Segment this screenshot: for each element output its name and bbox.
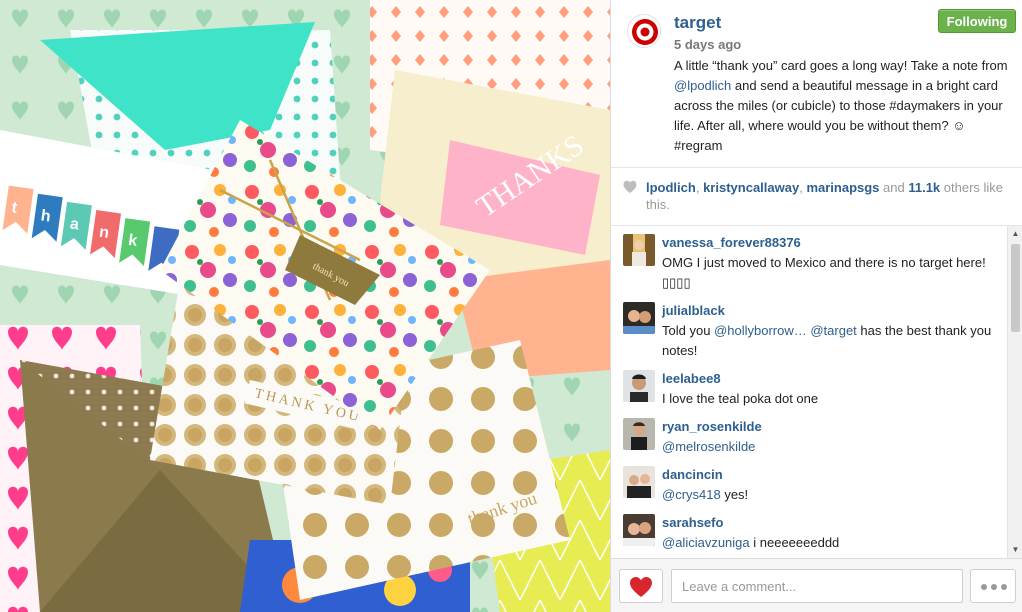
- likes-section: lpodlich, kristyncallaway, marinapsgs an…: [611, 168, 1022, 226]
- comment-item: ryan_rosenkilde @melrosenkilde: [611, 410, 1007, 458]
- liker-link[interactable]: kristyncallaway: [703, 180, 799, 195]
- post-sidebar: target 5 days ago Following A little “th…: [610, 0, 1022, 612]
- comment-mention[interactable]: @melrosenkilde: [662, 439, 755, 454]
- comment-username[interactable]: dancincin: [662, 467, 723, 482]
- comment-text-part: yes!: [720, 487, 749, 502]
- comment-mention[interactable]: @hollyborrow…: [714, 323, 807, 338]
- avatar[interactable]: [623, 466, 655, 498]
- post-username[interactable]: target: [674, 13, 721, 33]
- heart-icon: [630, 577, 652, 597]
- comment-username[interactable]: sarahsefo: [662, 515, 723, 530]
- comment-mention[interactable]: @target: [810, 323, 856, 338]
- likes-and: and: [879, 180, 909, 195]
- scroll-down-arrow-icon[interactable]: ▼: [1008, 542, 1022, 558]
- avatar[interactable]: [623, 234, 655, 266]
- comments-scrollbar[interactable]: ▲ ▼: [1007, 226, 1022, 558]
- comment-item: dancincin @crys418 yes!: [611, 458, 1007, 506]
- scroll-up-arrow-icon[interactable]: ▲: [1008, 226, 1022, 242]
- comment-text: @aliciavzuniga i neeeeeeeddd: [662, 533, 1002, 553]
- liker-link[interactable]: lpodlich: [646, 180, 696, 195]
- post-caption: A little “thank you” card goes a long wa…: [674, 56, 1014, 156]
- scrollbar-thumb[interactable]: [1011, 244, 1020, 332]
- post-photo[interactable]: THANKS t h a n k thank you THANK YOU tha…: [0, 0, 610, 612]
- comments-list: vanessa_forever88376 OMG I just moved to…: [611, 226, 1007, 558]
- caption-text: A little “thank you” card goes a long wa…: [674, 58, 1008, 73]
- avatar[interactable]: [623, 302, 655, 334]
- avatar[interactable]: [623, 418, 655, 450]
- caption-mention[interactable]: @lpodlich: [674, 78, 731, 93]
- comment-item: vanessa_forever88376 OMG I just moved to…: [611, 226, 1007, 294]
- comment-text: OMG I just moved to Mexico and there is …: [662, 255, 986, 290]
- comment-composer: [611, 558, 1022, 612]
- post-header: target 5 days ago Following A little “th…: [611, 0, 1022, 168]
- comment-text: Told you @hollyborrow… @target has the b…: [662, 321, 1002, 361]
- comment-text: @melrosenkilde: [662, 437, 1002, 457]
- like-button[interactable]: [619, 569, 663, 603]
- following-button[interactable]: Following: [938, 9, 1016, 33]
- comment-item: julialblack Told you @hollyborrow… @targ…: [611, 294, 1007, 362]
- comment-text-part: Told you: [662, 323, 715, 338]
- post-timestamp[interactable]: 5 days ago: [674, 37, 741, 52]
- likes-summary: lpodlich, kristyncallaway, marinapsgs an…: [646, 179, 1016, 213]
- comment-text: I love the teal poka dot one: [662, 391, 819, 406]
- more-options-button[interactable]: [970, 569, 1016, 603]
- likes-separator: ,: [695, 180, 704, 195]
- target-logo-icon: [632, 19, 658, 45]
- comment-text: @crys418 yes!: [662, 485, 1002, 505]
- comment-input[interactable]: [671, 569, 963, 603]
- avatar[interactable]: [623, 370, 655, 402]
- thank-you-cards-photo: THANKS t h a n k thank you THANK YOU tha…: [0, 0, 610, 612]
- comment-mention[interactable]: @crys418: [662, 487, 721, 502]
- ellipsis-icon: [981, 584, 1007, 590]
- comment-item: leelabee8 I love the teal poka dot one: [611, 362, 1007, 410]
- comment-username[interactable]: leelabee8: [662, 371, 721, 386]
- likes-count[interactable]: 11.1k: [908, 180, 940, 195]
- liker-link[interactable]: marinapsgs: [806, 180, 879, 195]
- comment-mention[interactable]: @aliciavzuniga: [662, 535, 750, 550]
- comment-username[interactable]: julialblack: [662, 303, 725, 318]
- target-avatar[interactable]: [627, 14, 661, 48]
- avatar[interactable]: [623, 514, 655, 546]
- heart-icon: [623, 180, 637, 193]
- comment-text-part: i neeeeeeeddd: [749, 535, 840, 550]
- comment-username[interactable]: vanessa_forever88376: [662, 235, 801, 250]
- comment-username[interactable]: ryan_rosenkilde: [662, 419, 762, 434]
- comment-item: sarahsefo @aliciavzuniga i neeeeeeeddd: [611, 506, 1007, 558]
